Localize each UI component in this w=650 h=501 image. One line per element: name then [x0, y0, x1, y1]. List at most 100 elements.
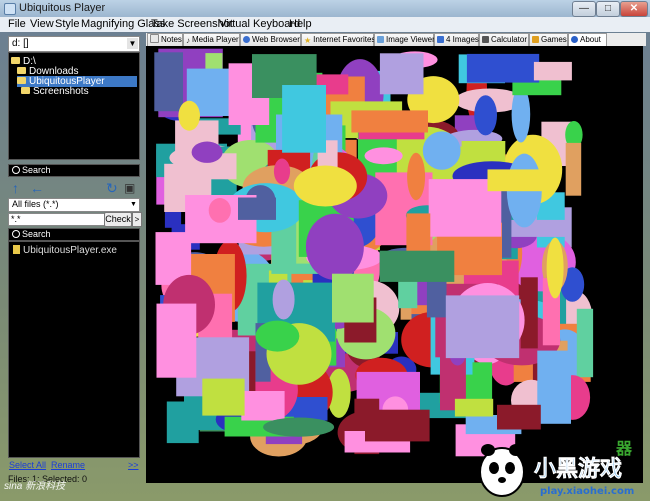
folder-tree: D:\ Downloads UbiquitousPlayer Screensho… — [8, 52, 140, 160]
search-icon — [12, 166, 20, 174]
minimize-button[interactable]: — — [572, 1, 596, 17]
grid-icon — [437, 36, 444, 43]
art-rect — [365, 409, 430, 442]
search-icon — [12, 230, 20, 238]
file-search-bar[interactable]: Search — [8, 228, 140, 241]
tab-image-viewer[interactable]: Image Viewer — [374, 33, 435, 46]
drive-select[interactable]: d: [] ▼ — [8, 36, 140, 52]
check-button[interactable]: Check — [104, 212, 132, 227]
art-ellipse — [178, 100, 200, 131]
art-ellipse — [364, 147, 403, 165]
menu-style[interactable]: Style — [55, 18, 79, 30]
tab-label: 4 Images — [446, 35, 479, 44]
expand-link[interactable]: >> — [128, 460, 139, 470]
art-ellipse — [273, 158, 291, 185]
art-ellipse — [293, 165, 357, 207]
chevron-down-icon[interactable]: ▼ — [129, 200, 138, 209]
app-window: Ubiquitous Player — □ ✕ File View Style … — [0, 0, 650, 501]
tab-calculator[interactable]: Calculator — [479, 33, 529, 46]
title-bar[interactable]: Ubiquitous Player — □ ✕ — [0, 0, 650, 17]
close-button[interactable]: ✕ — [620, 1, 648, 17]
tab-label: About — [580, 35, 601, 44]
menu-bar: File View Style Magnifying Glass Take Sc… — [0, 17, 650, 32]
art-rect — [454, 398, 494, 417]
svg-text:小黑游戏: 小黑游戏 — [534, 456, 622, 482]
about-canvas[interactable] — [146, 46, 643, 483]
art-rect — [445, 295, 520, 359]
art-rect — [351, 110, 428, 133]
art-rect — [487, 169, 547, 192]
folder-icon — [11, 57, 20, 64]
tab-about[interactable]: About — [568, 33, 607, 47]
globe-icon — [243, 36, 250, 43]
sina-watermark: sina 新浪科技 — [4, 481, 66, 492]
random-shapes-art — [154, 48, 594, 457]
art-rect — [156, 303, 197, 378]
refresh-icon[interactable]: ↻ — [106, 180, 118, 196]
menu-help[interactable]: Help — [289, 18, 312, 30]
file-list: UbiquitousPlayer.exe — [8, 241, 140, 458]
menu-view[interactable]: View — [30, 18, 54, 30]
list-item[interactable]: UbiquitousPlayer.exe — [13, 245, 117, 256]
tab-games[interactable]: Games — [529, 33, 568, 46]
tab-label: Notes — [161, 35, 182, 44]
app-icon — [4, 3, 16, 15]
tab-bar: Notes ♪ Media Player Web Browser ★ Interne… — [146, 33, 646, 47]
art-rect — [466, 53, 540, 83]
art-ellipse — [546, 237, 564, 299]
folder-icon — [17, 67, 26, 74]
art-rect — [497, 404, 541, 430]
folder-open-icon — [17, 77, 26, 84]
folder-search-bar[interactable]: Search — [8, 164, 140, 177]
file-pattern-input[interactable]: *.* — [8, 213, 106, 226]
computer-icon[interactable]: ▣ — [124, 180, 135, 196]
tab-label: Games — [541, 35, 567, 44]
svg-text:play.xiaohei.com: play.xiaohei.com — [540, 486, 634, 497]
info-icon — [571, 36, 578, 43]
music-note-icon: ♪ — [186, 36, 190, 45]
tab-4-images[interactable]: 4 Images — [434, 33, 479, 46]
art-ellipse — [208, 198, 231, 223]
svg-text:器: 器 — [615, 439, 633, 458]
file-icon — [13, 245, 20, 254]
up-arrow-icon[interactable]: ↑ — [12, 180, 19, 196]
select-all-link[interactable]: Select All — [9, 460, 46, 470]
panda-mascot-icon: 小黑游戏 器 play.xiaohei.com — [479, 439, 634, 497]
file-actions: Select All Rename >> — [8, 460, 140, 472]
art-rect — [238, 197, 276, 220]
tab-label: Media Player — [192, 35, 239, 44]
art-ellipse — [191, 141, 223, 163]
tab-label: Web Browser — [252, 35, 300, 44]
tab-notes[interactable]: Notes — [147, 33, 183, 46]
tab-label: Internet Favorites — [313, 35, 376, 44]
tab-web-browser[interactable]: Web Browser — [240, 33, 301, 46]
art-ellipse — [255, 320, 300, 352]
star-icon: ★ — [304, 36, 312, 45]
picture-icon — [377, 36, 384, 43]
maximize-button[interactable]: □ — [596, 1, 620, 17]
back-arrow-icon[interactable]: ← — [30, 180, 44, 196]
art-rect — [533, 61, 572, 81]
tab-internet-favorites[interactable]: ★ Internet Favorites — [301, 33, 376, 46]
menu-file[interactable]: File — [8, 18, 26, 30]
tab-label: Image Viewer — [386, 35, 435, 44]
art-ellipse — [305, 213, 364, 280]
tree-item-screenshots[interactable]: Screenshots — [21, 86, 137, 97]
more-options-button[interactable]: > — [132, 212, 142, 227]
art-ellipse — [474, 95, 497, 136]
tab-media-player[interactable]: ♪ Media Player — [183, 33, 240, 46]
file-type-filter[interactable]: All files (*.*) ▼ — [8, 198, 140, 212]
chevron-down-icon[interactable]: ▼ — [127, 38, 138, 49]
file-search-label: Search — [22, 229, 51, 239]
rename-link[interactable]: Rename — [51, 460, 85, 470]
art-rect — [576, 308, 594, 378]
art-rect — [379, 250, 455, 282]
art-ellipse — [422, 131, 461, 170]
file-browser-panel: d: [] ▼ D:\ Downloads UbiquitousPlayer S… — [6, 34, 142, 496]
calculator-icon — [482, 36, 489, 43]
tree-item-label: Screenshots — [33, 86, 89, 97]
menu-virtual-keyboard[interactable]: Virtual Keyboard — [219, 18, 300, 30]
folder-icon — [21, 87, 30, 94]
tab-label: Calculator — [491, 35, 528, 44]
art-rect — [282, 85, 326, 153]
